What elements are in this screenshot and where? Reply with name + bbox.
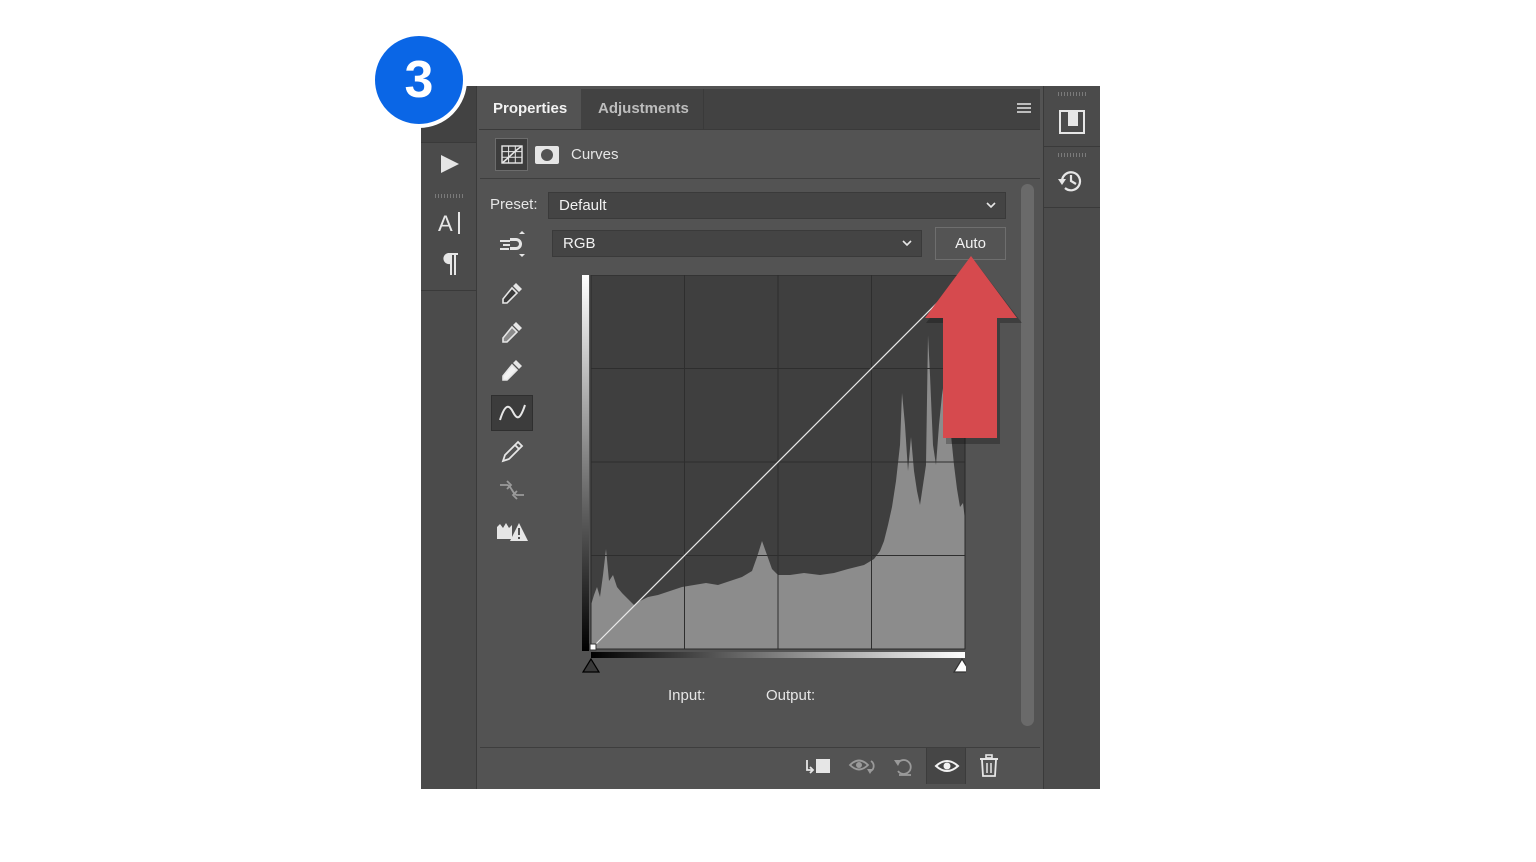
- curve-point-tool[interactable]: [491, 395, 533, 431]
- white-point-slider[interactable]: [952, 657, 966, 673]
- visibility-icon[interactable]: [934, 754, 960, 778]
- dock-grip[interactable]: [1058, 153, 1086, 157]
- panel-tabbar: Properties Adjustments: [479, 89, 1040, 130]
- channel-dropdown[interactable]: RGB: [552, 230, 922, 257]
- output-gradient-bar: [582, 275, 589, 651]
- dock-divider: [1044, 207, 1100, 208]
- step-number-badge: 3: [371, 32, 467, 128]
- delete-icon[interactable]: [977, 753, 1001, 779]
- history-icon[interactable]: [1055, 166, 1087, 196]
- white-point-eyedropper-icon[interactable]: [497, 356, 527, 386]
- preset-label: Preset:: [490, 196, 538, 213]
- tab-adjustments[interactable]: Adjustments: [584, 89, 704, 129]
- tab-properties[interactable]: Properties: [479, 89, 582, 129]
- header-divider: [480, 178, 1040, 179]
- dock-grip[interactable]: [1058, 92, 1086, 96]
- libraries-icon[interactable]: [1057, 108, 1087, 136]
- adjustment-title: Curves: [571, 146, 619, 163]
- layer-mask-icon[interactable]: [535, 146, 559, 164]
- play-icon[interactable]: [439, 153, 461, 175]
- curves-graph[interactable]: [582, 275, 966, 675]
- paragraph-icon[interactable]: [440, 251, 460, 277]
- smooth-icon[interactable]: [497, 475, 527, 505]
- svg-text:A: A: [438, 211, 453, 236]
- clipping-warning-icon[interactable]: [495, 519, 529, 545]
- curve-edit-icon: [499, 404, 526, 421]
- black-point-slider[interactable]: [582, 657, 601, 673]
- dock-divider: [421, 290, 476, 291]
- panel-menu-icon[interactable]: [1017, 103, 1031, 113]
- clip-to-layer-icon[interactable]: [803, 753, 833, 779]
- view-previous-icon[interactable]: [847, 753, 879, 779]
- preset-value: Default: [559, 197, 607, 214]
- curve-control-point[interactable]: [589, 643, 597, 651]
- dock-divider: [1044, 146, 1100, 147]
- input-gradient-bar: [591, 652, 965, 658]
- chevron-down-icon: [902, 240, 912, 247]
- annotation-arrow: [925, 256, 1022, 444]
- output-readout: Output:: [766, 687, 816, 704]
- on-image-adjust-icon[interactable]: [497, 230, 529, 258]
- preset-dropdown[interactable]: Default: [548, 192, 1006, 219]
- channel-value: RGB: [563, 235, 596, 252]
- black-point-eyedropper-icon[interactable]: [497, 279, 527, 309]
- pencil-icon[interactable]: [497, 437, 527, 467]
- input-readout: Input:: [668, 687, 706, 704]
- character-icon[interactable]: A: [437, 209, 463, 237]
- gray-point-eyedropper-icon[interactable]: [497, 318, 527, 348]
- left-dock-strip: A: [421, 86, 477, 789]
- dock-grip[interactable]: [435, 194, 463, 198]
- reset-icon[interactable]: [891, 753, 917, 779]
- chevron-down-icon: [986, 202, 996, 209]
- curves-adjustment-icon[interactable]: [495, 138, 528, 171]
- right-dock-strip: [1043, 86, 1100, 789]
